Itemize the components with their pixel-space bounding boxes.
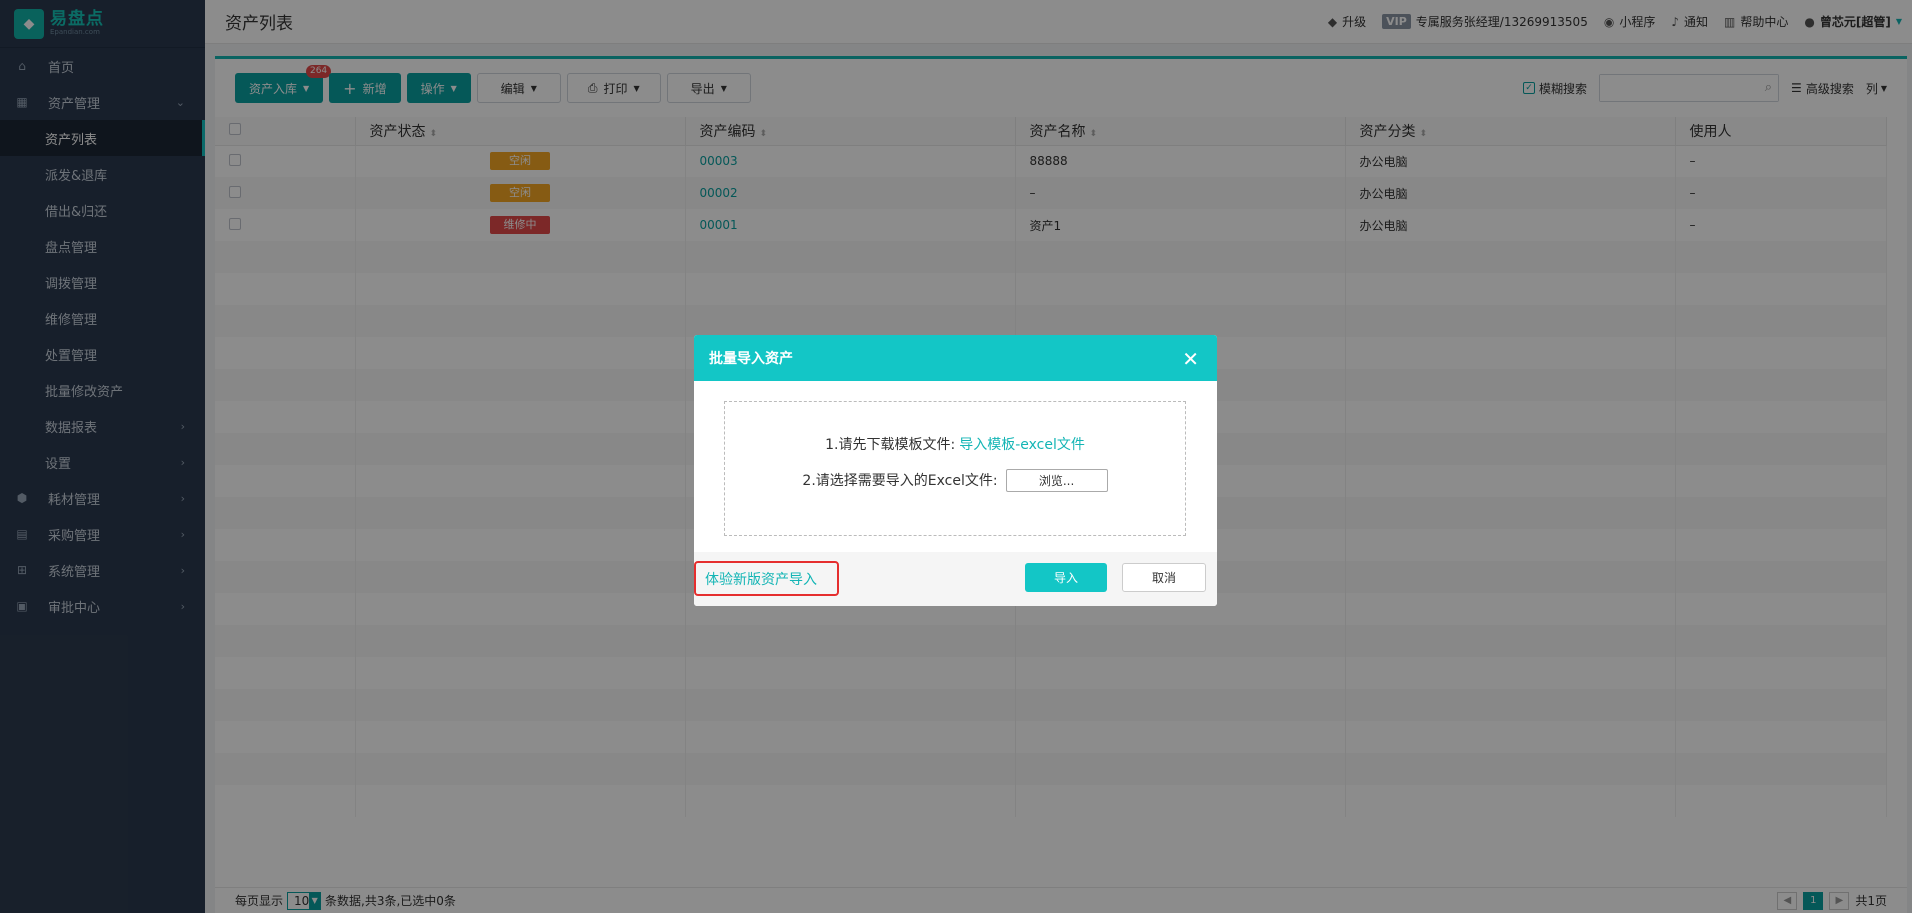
modal-header: 批量导入资产 ✕ (694, 335, 1217, 381)
modal-title: 批量导入资产 (709, 351, 793, 367)
new-import-link[interactable]: 体验新版资产导入 (694, 561, 839, 596)
browse-button[interactable]: 浏览... (1005, 468, 1108, 492)
import-modal: 批量导入资产 ✕ 1.请先下载模板文件: 导入模板-excel文件 2.请选择需… (694, 335, 1217, 606)
template-download-link[interactable]: 导入模板-excel文件 (959, 434, 1085, 454)
import-button[interactable]: 导入 (1025, 563, 1107, 592)
step-download: 1.请先下载模板文件: 导入模板-excel文件 (725, 430, 1185, 458)
modal-footer: 体验新版资产导入 导入 取消 (694, 552, 1217, 606)
close-icon[interactable]: ✕ (1182, 347, 1199, 371)
upload-area: 1.请先下载模板文件: 导入模板-excel文件 2.请选择需要导入的Excel… (724, 401, 1186, 536)
step-select-file: 2.请选择需要导入的Excel文件: 浏览... (725, 466, 1185, 494)
cancel-button[interactable]: 取消 (1122, 563, 1206, 592)
modal-body: 1.请先下载模板文件: 导入模板-excel文件 2.请选择需要导入的Excel… (694, 381, 1217, 552)
